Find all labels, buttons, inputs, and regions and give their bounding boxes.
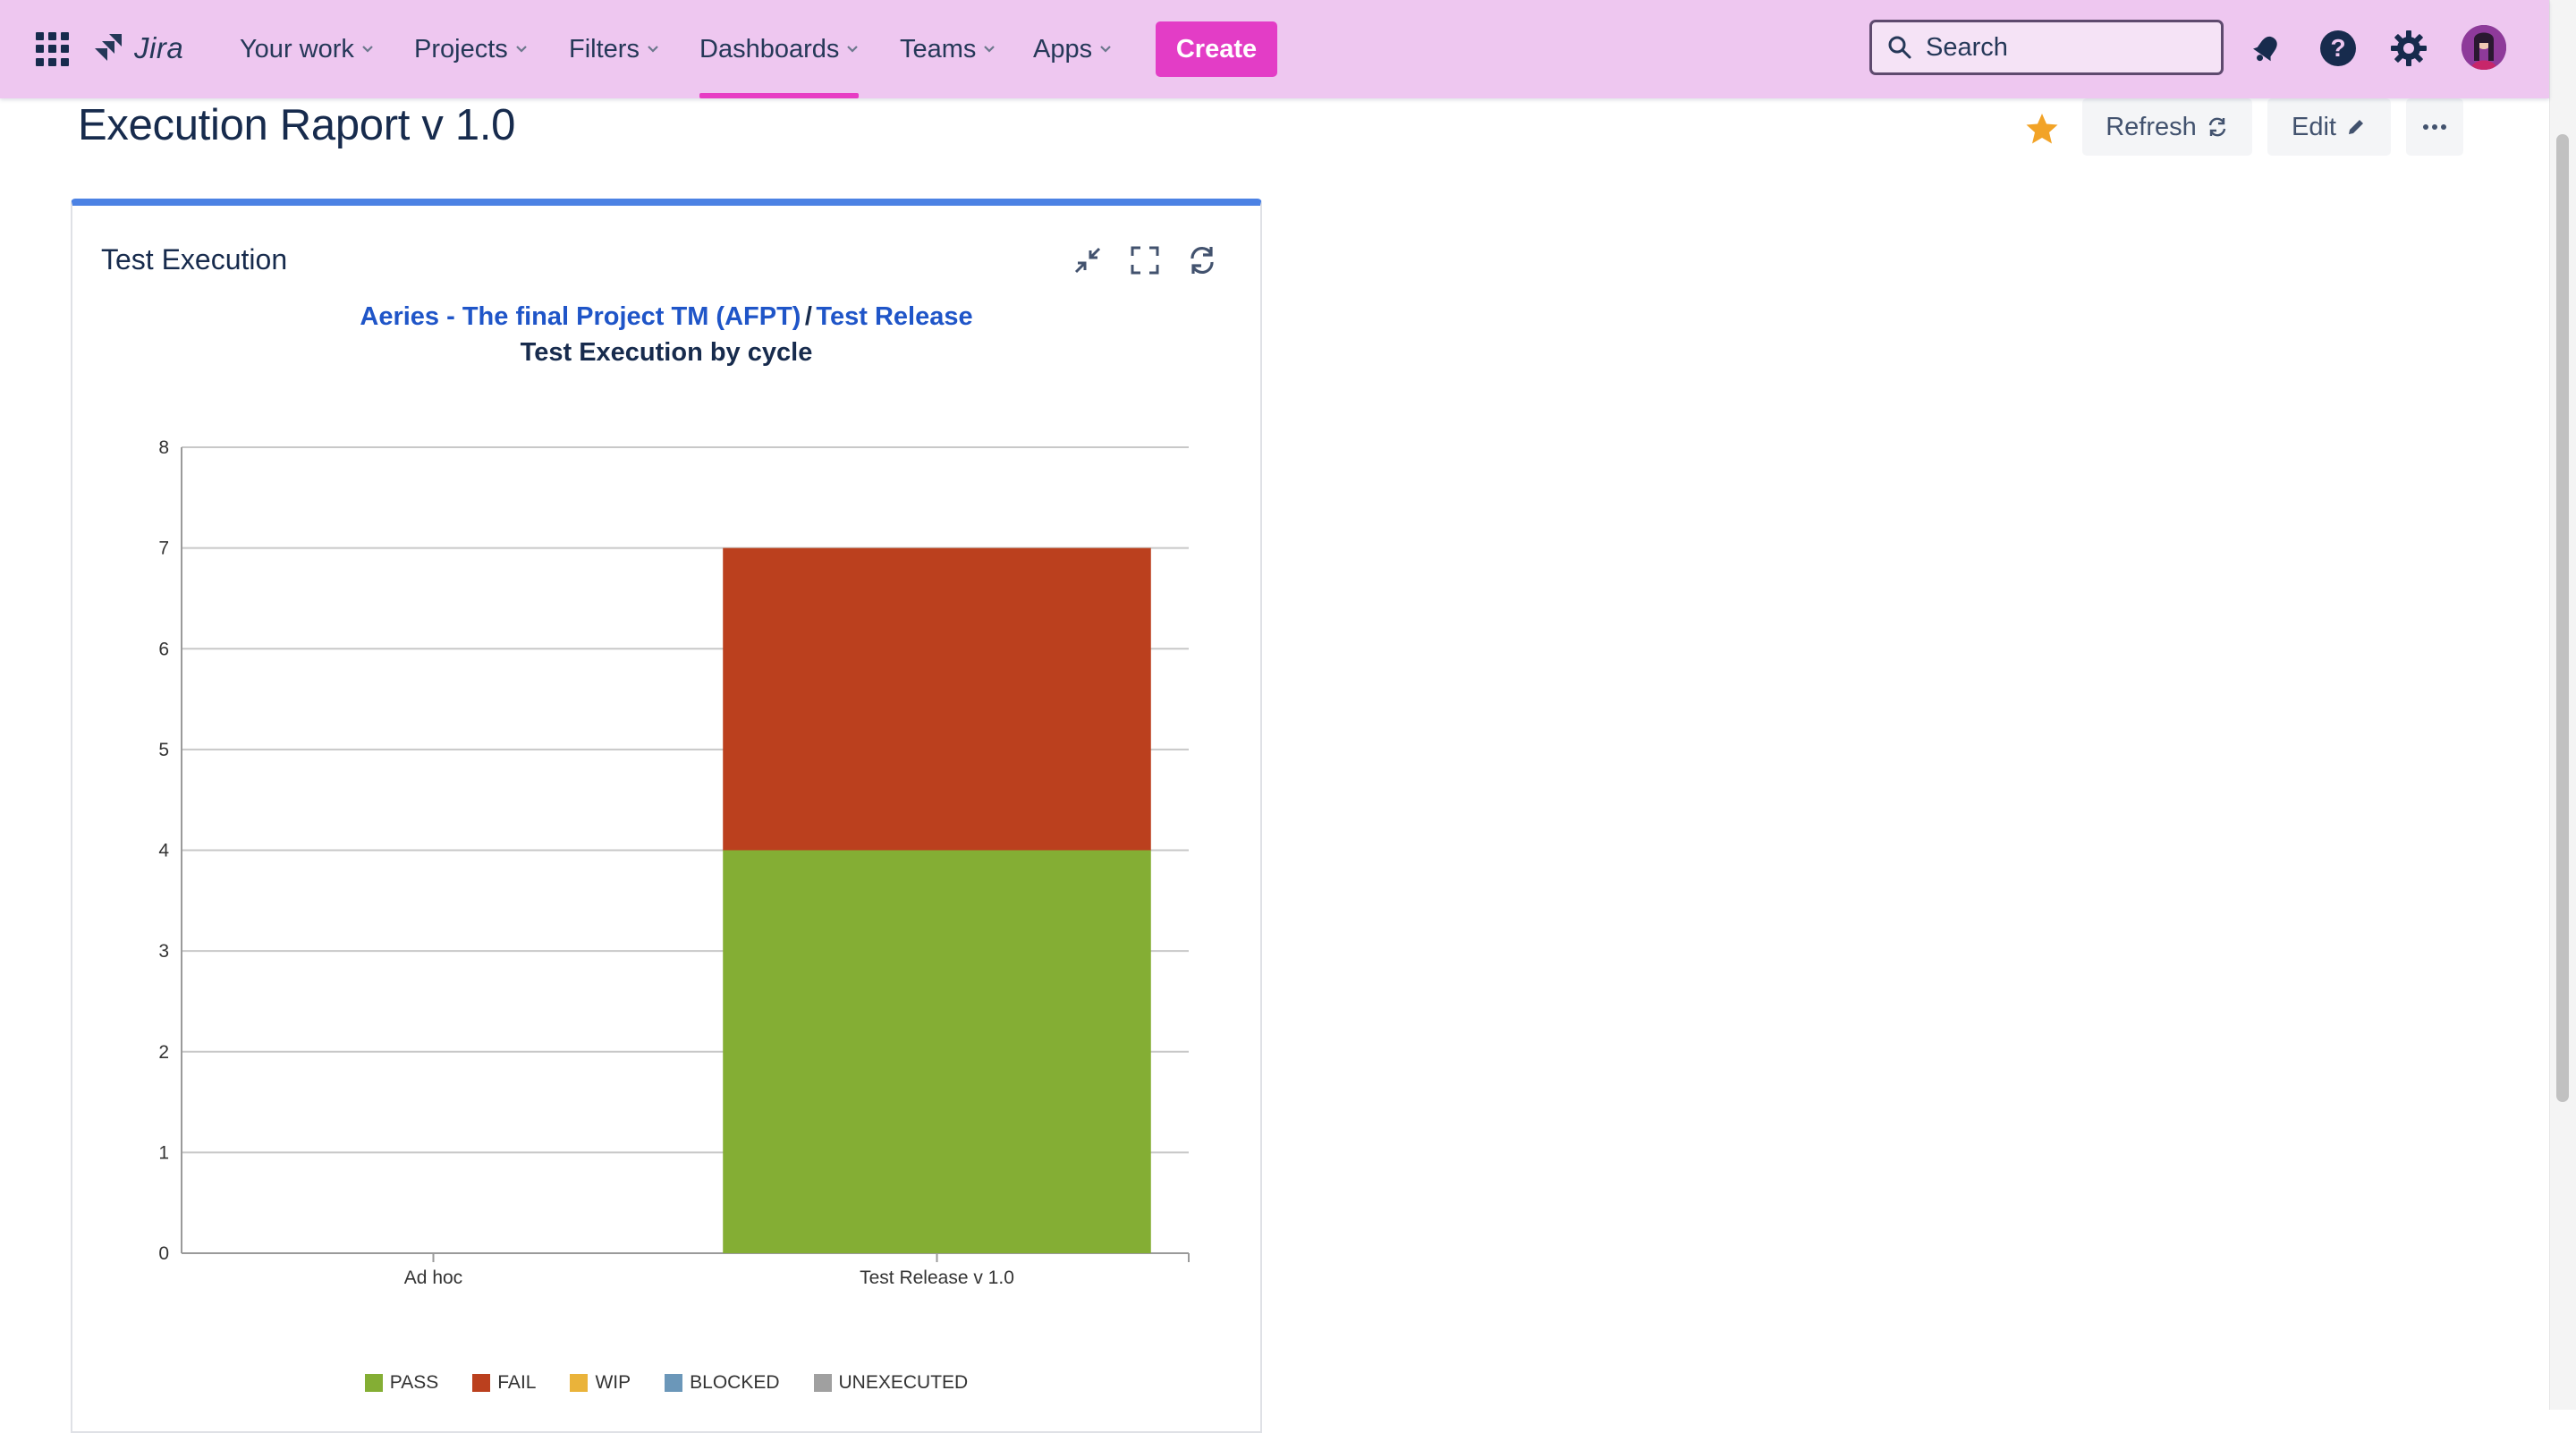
- chevron-down-icon: [1100, 46, 1111, 53]
- legend-swatch: [813, 1374, 832, 1392]
- nav-label: Projects: [414, 34, 508, 64]
- y-tick-label: 7: [158, 538, 169, 559]
- pencil-icon: [2348, 120, 2363, 134]
- chart-legend: PASS FAIL WIP BLOCKED UNEXECUTED: [72, 1372, 1260, 1394]
- user-avatar[interactable]: [2462, 25, 2506, 70]
- legend-label: BLOCKED: [690, 1372, 780, 1393]
- help-icon[interactable]: ?: [2315, 25, 2361, 72]
- page-title: Execution Raport v 1.0: [78, 101, 516, 149]
- star-icon[interactable]: [2024, 111, 2060, 147]
- y-tick-label: 1: [158, 1142, 169, 1163]
- nav-projects[interactable]: Projects: [414, 0, 528, 98]
- legend-item-fail[interactable]: FAIL: [472, 1372, 536, 1394]
- legend-label: WIP: [595, 1372, 631, 1393]
- app-switcher-icon[interactable]: [36, 32, 70, 66]
- chevron-down-icon: [362, 46, 373, 53]
- execution-chart: 0 1 2 3 4 5 6 7 8 Ad hoc Test Release v 1.0: [158, 437, 1190, 1288]
- y-tick-label: 2: [158, 1042, 169, 1063]
- y-tick-label: 5: [158, 740, 169, 760]
- nav-label: Dashboards: [699, 34, 840, 64]
- jira-logo[interactable]: Jira: [91, 27, 183, 70]
- legend-swatch: [472, 1374, 491, 1392]
- chevron-down-icon: [984, 46, 996, 53]
- nav-filters[interactable]: Filters: [569, 0, 659, 98]
- chevron-down-icon: [847, 46, 859, 53]
- notifications-icon[interactable]: [2243, 25, 2290, 72]
- search-box: [1869, 20, 2224, 75]
- nav-dashboards[interactable]: Dashboards: [699, 0, 860, 98]
- jira-logo-icon: [95, 34, 122, 61]
- y-tick-label: 8: [158, 437, 169, 458]
- y-tick-label: 0: [158, 1243, 169, 1264]
- gear-icon: [2391, 30, 2427, 66]
- nav-your-work[interactable]: Your work: [240, 0, 374, 98]
- bell-icon: [2253, 36, 2277, 62]
- bar-fail: [723, 547, 1151, 851]
- chevron-down-icon: [648, 46, 658, 53]
- bar-pass: [723, 850, 1151, 1253]
- y-tick-label: 4: [158, 841, 169, 861]
- settings-icon[interactable]: [2385, 25, 2432, 72]
- edit-label: Edit: [2292, 112, 2336, 141]
- refresh-button[interactable]: Refresh: [2082, 98, 2252, 156]
- edit-button[interactable]: Edit: [2267, 98, 2391, 156]
- nav-apps[interactable]: Apps: [1033, 0, 1112, 98]
- nav-label: Teams: [900, 34, 977, 64]
- nav-label: Your work: [240, 34, 354, 64]
- y-tick-label: 6: [158, 639, 169, 659]
- chevron-down-icon: [515, 46, 527, 53]
- legend-item-pass[interactable]: PASS: [364, 1372, 439, 1394]
- avatar-image: [2462, 25, 2506, 70]
- y-tick-label: 3: [158, 941, 169, 962]
- legend-swatch: [364, 1374, 383, 1392]
- legend-item-blocked[interactable]: BLOCKED: [665, 1372, 780, 1394]
- logo-text: Jira: [134, 31, 184, 64]
- nav-label: Apps: [1033, 34, 1093, 64]
- nav-teams[interactable]: Teams: [900, 0, 996, 98]
- test-execution-gadget: Test Execution Aeries - The final Projec…: [71, 199, 1262, 1433]
- refresh-icon: [2208, 117, 2225, 137]
- more-actions-button[interactable]: [2406, 98, 2463, 156]
- scrollbar-thumb[interactable]: [2556, 134, 2569, 1102]
- refresh-label: Refresh: [2106, 112, 2197, 141]
- search-icon: [1888, 36, 1911, 59]
- legend-swatch: [570, 1374, 589, 1392]
- question-mark-icon: ?: [2320, 30, 2356, 66]
- nav-label: Filters: [569, 34, 640, 64]
- legend-swatch: [665, 1374, 683, 1392]
- search-input[interactable]: [1924, 31, 2214, 64]
- legend-label: PASS: [389, 1372, 439, 1393]
- x-tick-label: Test Release v 1.0: [860, 1268, 1014, 1288]
- top-navigation: Jira Your work Projects Filters Dashboar…: [0, 0, 2549, 98]
- create-button[interactable]: Create: [1156, 21, 1277, 77]
- legend-item-wip[interactable]: WIP: [570, 1372, 631, 1394]
- legend-label: FAIL: [497, 1372, 537, 1393]
- svg-text:?: ?: [2330, 34, 2345, 62]
- legend-item-unexecuted[interactable]: UNEXECUTED: [813, 1372, 969, 1394]
- legend-label: UNEXECUTED: [838, 1372, 969, 1393]
- x-tick-label: Ad hoc: [404, 1268, 462, 1288]
- more-icon: [2423, 124, 2446, 130]
